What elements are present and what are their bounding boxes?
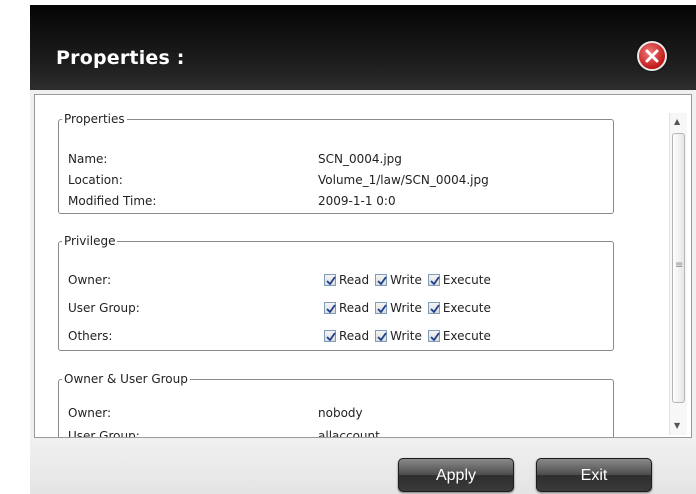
scroll-up-arrow-icon[interactable]: ▲ (674, 117, 680, 126)
owner-write-checkbox[interactable] (375, 274, 388, 286)
user-group-execute-checkbox[interactable] (427, 302, 440, 314)
apply-button[interactable]: Apply (398, 458, 514, 492)
dialog-footer: Apply Exit (30, 442, 696, 494)
modified-time-value: 2009-1-1 0:0 (318, 194, 396, 208)
modified-time-label: Modified Time: (68, 194, 157, 208)
user-group-label: User Group: (68, 429, 140, 438)
user-group-value: allaccount (318, 429, 380, 438)
checkmark-icon (326, 332, 336, 342)
properties-dialog: Properties : Properties Name: SCN_0004.j… (30, 5, 696, 494)
vertical-scrollbar[interactable]: ▲ ≡ ▼ (669, 113, 687, 435)
privilege-legend: Privilege (64, 234, 116, 248)
owner-read-label: Read (339, 273, 370, 287)
properties-content-panel[interactable]: Properties Name: SCN_0004.jpg Location: … (34, 94, 692, 438)
name-label: Name: (68, 152, 108, 166)
owner-execute-checkbox[interactable] (427, 274, 440, 286)
checkmark-icon (326, 276, 336, 286)
privilege-owner-label: Owner: (68, 273, 112, 287)
user-group-permissions: Read Write Execute (324, 301, 497, 315)
user-group-write-label: Write (390, 301, 422, 315)
others-read-checkbox[interactable] (324, 330, 336, 342)
owner-user-group-group: Owner & User Group Owner: nobody User Gr… (58, 372, 614, 438)
others-read-label: Read (339, 329, 370, 343)
privilege-others-label: Others: (68, 329, 113, 343)
scroll-down-arrow-icon[interactable]: ▼ (674, 421, 680, 430)
properties-group: Properties Name: SCN_0004.jpg Location: … (58, 112, 614, 214)
close-button[interactable] (637, 41, 667, 71)
checkmark-icon (326, 304, 336, 314)
owner-label: Owner: (68, 406, 112, 420)
dialog-title-bar: Properties : (30, 5, 696, 90)
privilege-user-group-label: User Group: (68, 301, 140, 315)
others-execute-checkbox[interactable] (427, 330, 440, 342)
owner-permissions: Read Write Execute (324, 273, 497, 287)
owner-read-checkbox[interactable] (324, 274, 336, 286)
owner-write-label: Write (390, 273, 422, 287)
location-label: Location: (68, 173, 123, 187)
privilege-group: Privilege Owner: Read Write Execute User… (58, 234, 614, 351)
exit-button[interactable]: Exit (536, 458, 652, 492)
user-group-read-label: Read (339, 301, 370, 315)
scrollbar-thumb[interactable]: ≡ (672, 133, 685, 403)
owner-execute-label: Execute (442, 273, 491, 287)
owner-user-group-legend: Owner & User Group (64, 372, 188, 386)
others-write-label: Write (390, 329, 422, 343)
location-value: Volume_1/law/SCN_0004.jpg (318, 173, 489, 187)
others-execute-label: Execute (442, 329, 491, 343)
user-group-write-checkbox[interactable] (375, 302, 388, 314)
properties-legend: Properties (64, 112, 125, 126)
checkmark-icon (430, 276, 440, 286)
checkmark-icon (377, 332, 387, 342)
close-icon (645, 49, 659, 63)
checkmark-icon (430, 332, 440, 342)
grip-icon: ≡ (675, 260, 684, 271)
user-group-execute-label: Execute (442, 301, 491, 315)
checkmark-icon (377, 304, 387, 314)
user-group-read-checkbox[interactable] (324, 302, 336, 314)
owner-value: nobody (318, 406, 363, 420)
others-permissions: Read Write Execute (324, 329, 497, 343)
name-value: SCN_0004.jpg (318, 152, 402, 166)
dialog-title: Properties : (56, 47, 185, 69)
checkmark-icon (430, 304, 440, 314)
checkmark-icon (377, 276, 387, 286)
others-write-checkbox[interactable] (375, 330, 388, 342)
